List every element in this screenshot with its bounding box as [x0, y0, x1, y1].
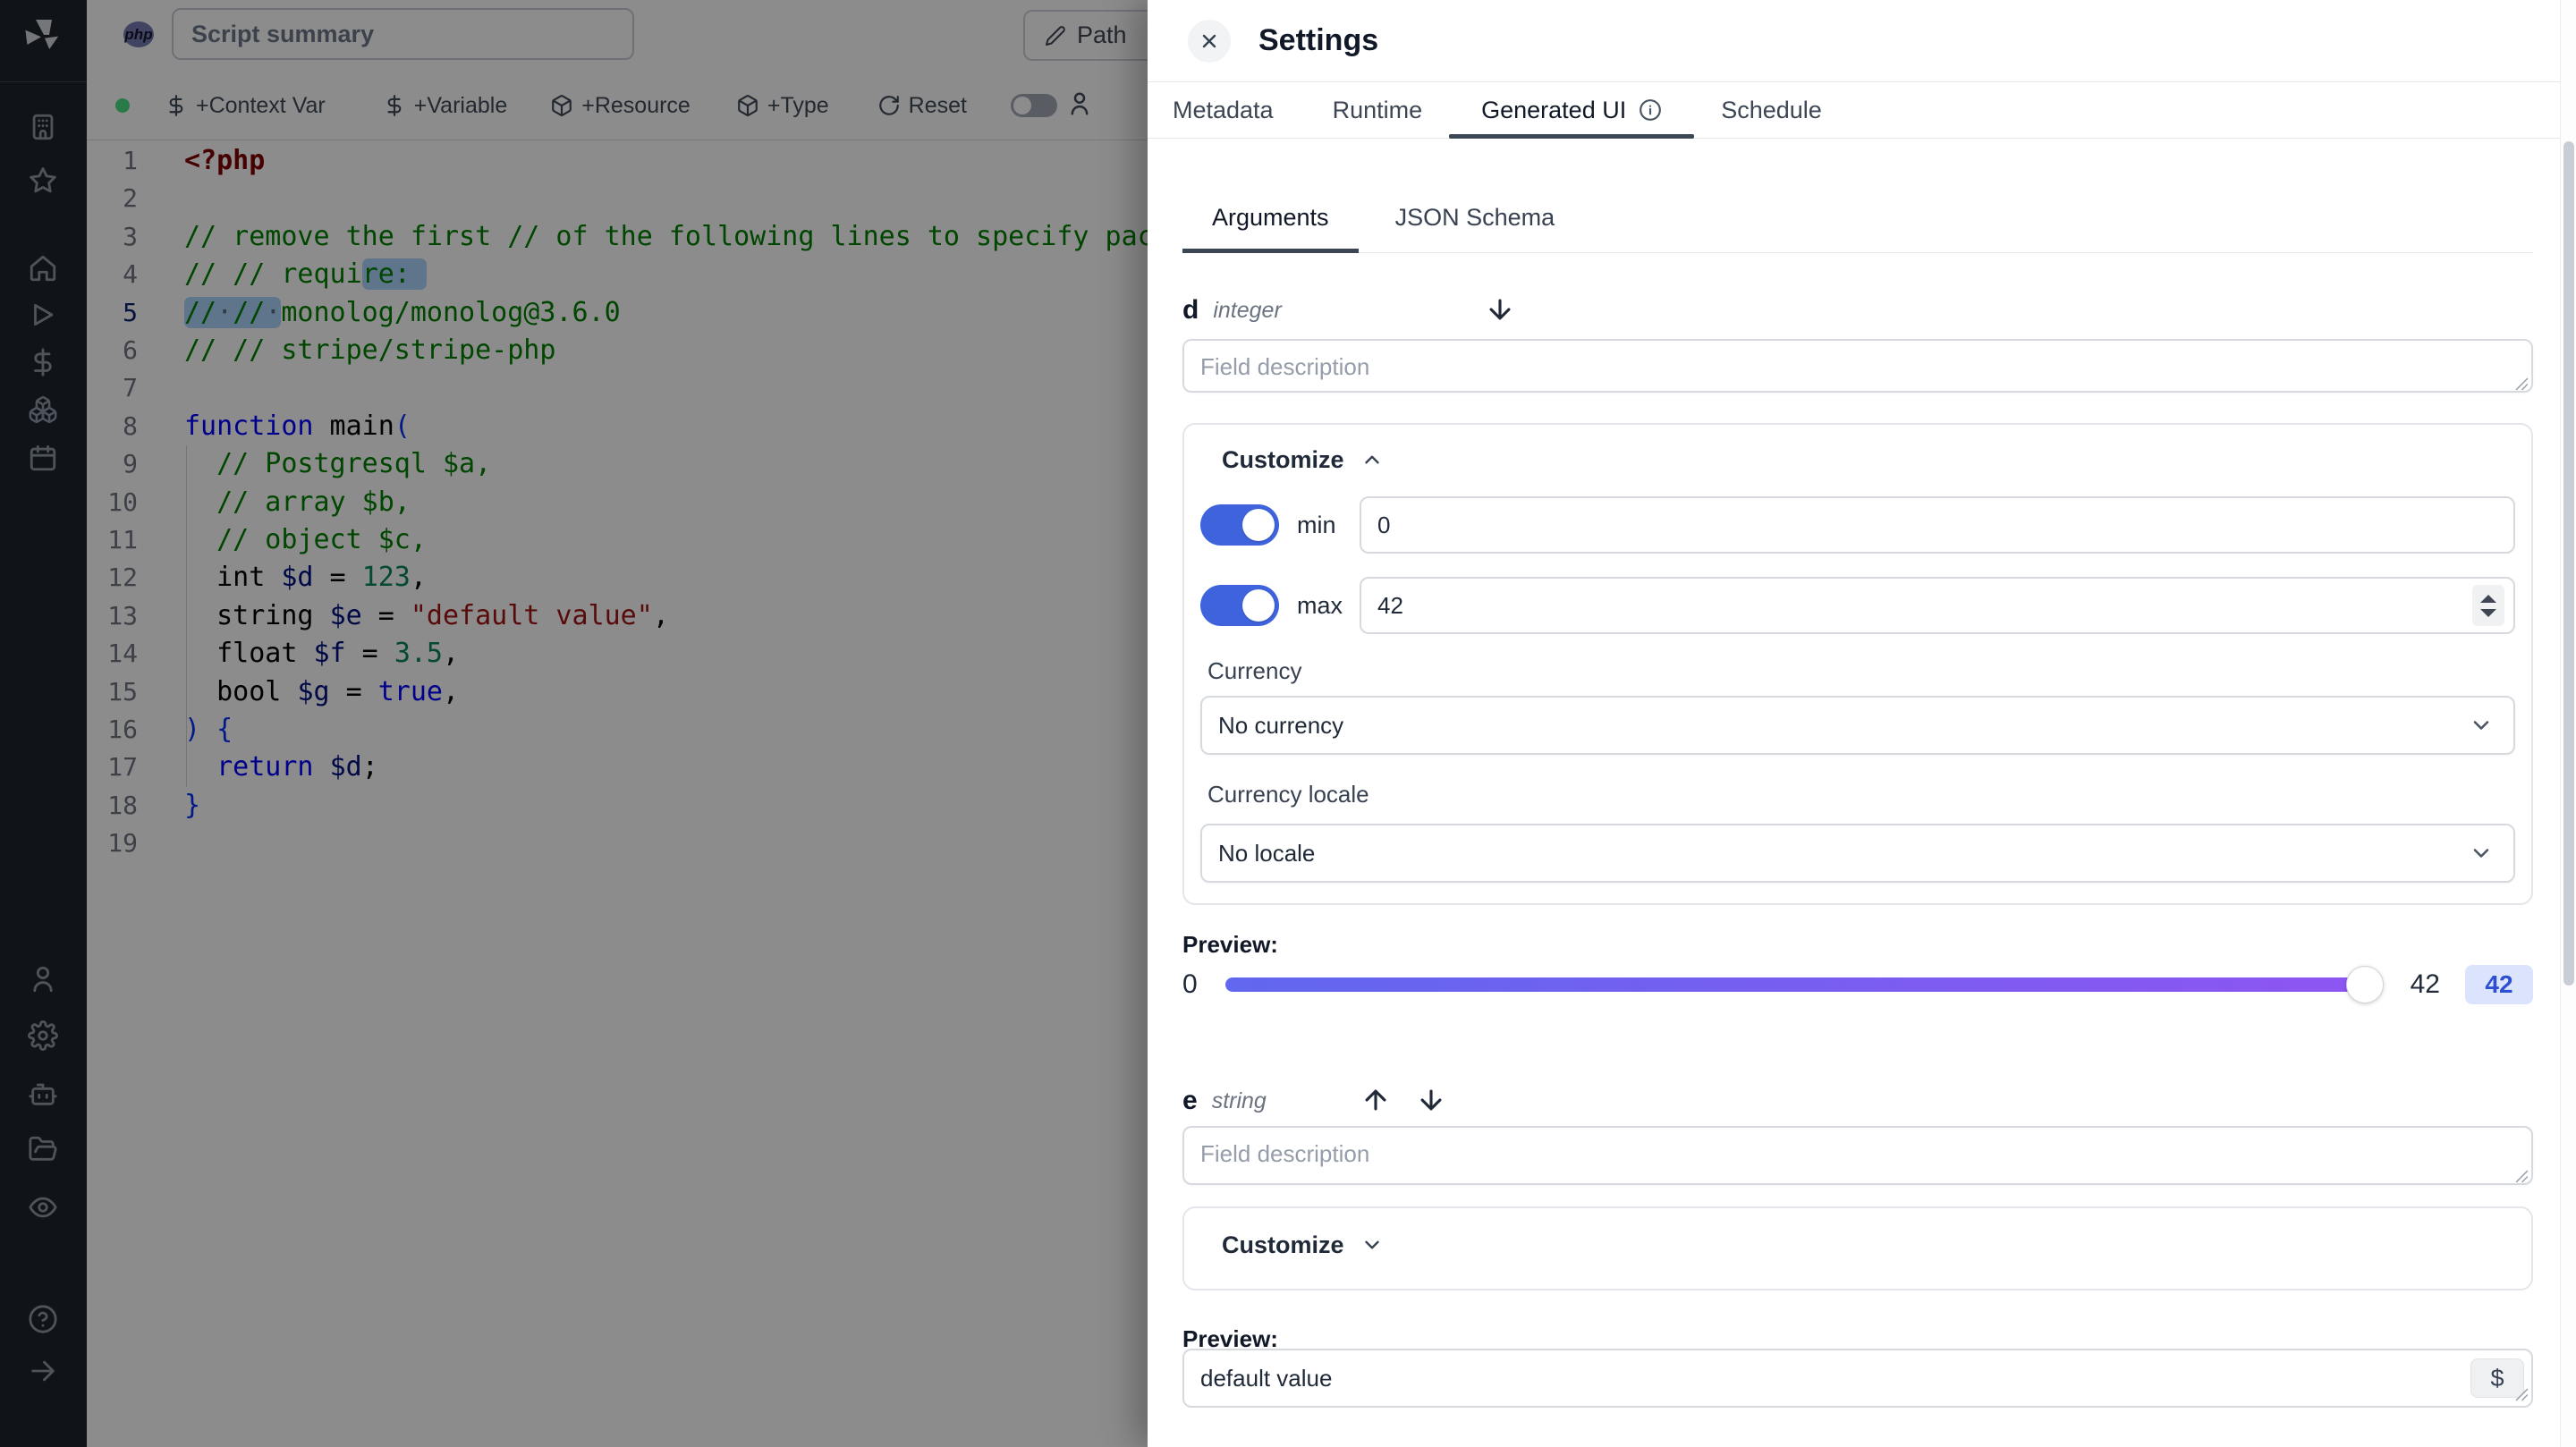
- field-e-name: e: [1182, 1086, 1198, 1115]
- stepper-up-icon: [2480, 594, 2496, 603]
- chevron-down-icon: [2473, 721, 2489, 730]
- slider-value-badge: 42: [2465, 965, 2533, 1004]
- tab-runtime[interactable]: Runtime: [1333, 82, 1423, 139]
- app-root: php Path +Context Var +Variable +Resourc…: [0, 0, 2576, 1447]
- settings-header: Settings: [1148, 0, 2576, 82]
- settings-tabs: Metadata Runtime Generated UI Schedule: [1148, 82, 2576, 139]
- field-d-description-input[interactable]: [1182, 339, 2533, 393]
- max-row: max: [1200, 577, 2515, 634]
- generated-ui-content: Arguments JSON Schema d integer Cus: [1148, 183, 2576, 1408]
- field-e-preview-input[interactable]: [1182, 1349, 2533, 1408]
- field-d-name: d: [1182, 295, 1199, 325]
- currency-select[interactable]: No currency: [1200, 696, 2515, 755]
- close-button[interactable]: [1188, 19, 1231, 63]
- field-d-customize-card: Customize min max: [1182, 423, 2533, 905]
- field-d-preview-slider-row: 0 42 42: [1182, 965, 2533, 1004]
- subtab-arguments[interactable]: Arguments: [1182, 183, 1359, 253]
- currency-select-value: No currency: [1218, 711, 1344, 739]
- preview-slider[interactable]: [1225, 966, 2384, 1003]
- chevron-down-icon: [1364, 1240, 1379, 1249]
- field-e-preview-label: Preview:: [1182, 1325, 1278, 1352]
- min-toggle[interactable]: [1200, 504, 1279, 546]
- panel-scrollbar: [2560, 0, 2576, 1447]
- tab-generated-ui[interactable]: Generated UI: [1449, 82, 1695, 139]
- arrow-down-icon: [1489, 299, 1511, 320]
- slider-min-label: 0: [1182, 969, 1198, 999]
- currency-locale-select[interactable]: No locale: [1200, 824, 2515, 883]
- subtab-json-schema[interactable]: JSON Schema: [1366, 183, 1585, 252]
- slider-value: 42: [2410, 969, 2440, 999]
- move-down-button[interactable]: [1415, 1085, 1447, 1117]
- customize-toggle-collapsed[interactable]: Customize: [1222, 1231, 2515, 1258]
- modal-backdrop[interactable]: [0, 0, 1148, 1447]
- info-icon: [1640, 99, 1662, 121]
- arguments-subtabs: Arguments JSON Schema: [1182, 183, 2533, 253]
- max-toggle[interactable]: [1200, 585, 1279, 626]
- chevron-up-icon: [1364, 455, 1379, 464]
- move-up-button[interactable]: [1360, 1085, 1392, 1117]
- insert-variable-dollar-button[interactable]: $: [2470, 1358, 2524, 1398]
- settings-panel: Settings Metadata Runtime Generated UI S…: [1148, 0, 2576, 1447]
- locale-select-value: No locale: [1218, 839, 1316, 867]
- tab-schedule[interactable]: Schedule: [1721, 82, 1822, 139]
- currency-label: Currency: [1208, 657, 1302, 684]
- chevron-down-icon: [2473, 849, 2489, 858]
- slider-thumb[interactable]: [2345, 966, 2384, 1003]
- field-d-header: d integer: [1182, 295, 2533, 325]
- stepper-down-icon: [2480, 608, 2496, 617]
- currency-locale-label: Currency locale: [1208, 781, 1369, 808]
- scrollbar-thumb[interactable]: [2563, 141, 2574, 986]
- field-e-header: e string: [1182, 1081, 2533, 1121]
- min-value-input[interactable]: [1360, 496, 2515, 554]
- max-label: max: [1297, 591, 1343, 619]
- max-value-input[interactable]: [1360, 577, 2515, 634]
- close-icon: [1202, 34, 1216, 47]
- arrow-up-icon: [1365, 1089, 1386, 1111]
- min-row: min: [1200, 496, 2515, 554]
- settings-title: Settings: [1258, 23, 1379, 57]
- toggle-knob: [1242, 509, 1275, 541]
- number-stepper[interactable]: [2472, 585, 2504, 626]
- field-d-type: integer: [1213, 297, 1282, 323]
- arrow-down-icon: [1420, 1089, 1442, 1111]
- field-e-type: string: [1211, 1087, 1267, 1113]
- customize-toggle-expanded[interactable]: Customize: [1222, 446, 2515, 473]
- field-d-preview-label: Preview:: [1182, 931, 1278, 958]
- min-label: min: [1297, 511, 1336, 538]
- tab-metadata[interactable]: Metadata: [1173, 82, 1274, 139]
- field-e-description-input[interactable]: [1182, 1126, 2533, 1185]
- field-e-customize-card: Customize: [1182, 1206, 2533, 1290]
- move-down-button[interactable]: [1484, 294, 1516, 326]
- toggle-knob: [1242, 589, 1275, 622]
